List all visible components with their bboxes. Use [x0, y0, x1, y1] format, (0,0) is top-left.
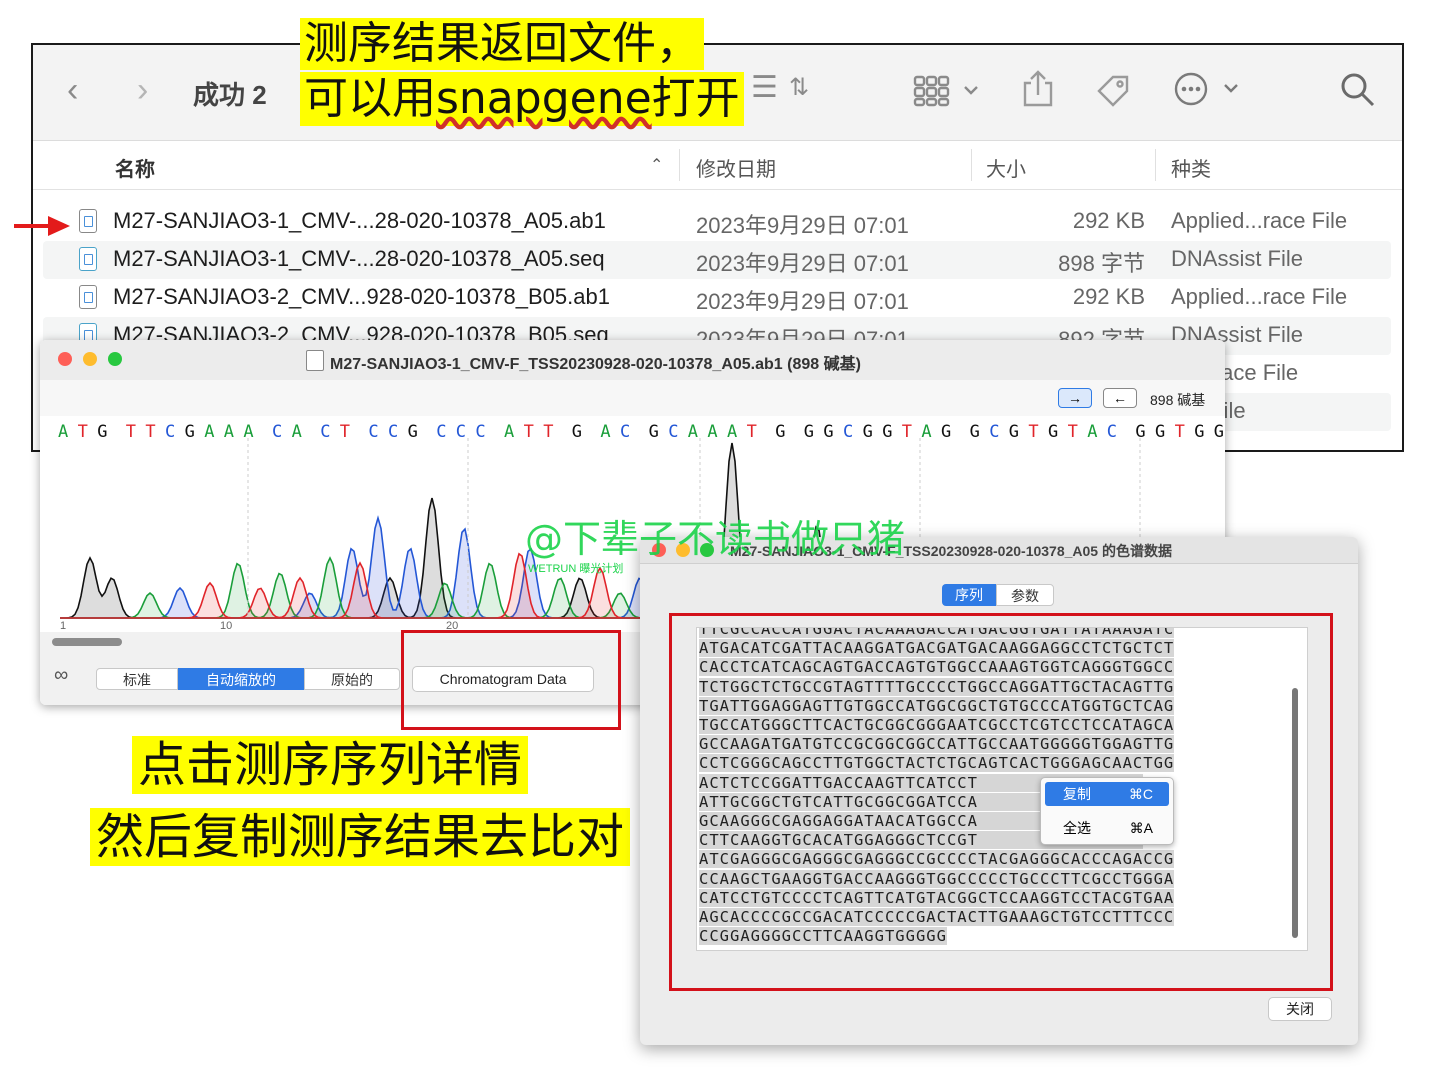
column-separator: [679, 149, 680, 181]
column-size[interactable]: 大小: [986, 153, 1026, 182]
position-tick: 10: [220, 620, 233, 632]
back-icon[interactable]: ‹: [67, 73, 78, 107]
file-name: M27-SANJIAO3-2_CMV...928-020-10378_B05.a…: [113, 284, 610, 309]
search-icon[interactable]: [1339, 71, 1377, 114]
highlight-box-chromatogram-button: [401, 630, 621, 730]
tab-parameters[interactable]: 参数: [996, 584, 1054, 606]
file-size: 898 字节: [1058, 251, 1145, 276]
column-separator: [1155, 149, 1156, 181]
red-arrow-icon: [12, 210, 72, 247]
watermark-sub: WETRUN 曝光计划: [528, 563, 624, 575]
view-mode-raw[interactable]: 原始的: [304, 668, 400, 690]
file-kind: Applied...race File: [1171, 284, 1348, 309]
ab1-file-icon: [79, 209, 97, 233]
annotation-mid-line1: 点击测序序列详情: [132, 736, 529, 794]
trace-window-title: M27-SANJIAO3-1_CMV-F_TSS20230928-020-103…: [330, 356, 861, 373]
file-kind: Applied...race File: [1171, 208, 1348, 233]
zoom-window-icon[interactable]: [108, 352, 122, 366]
finder-title: 成功 2: [193, 80, 267, 110]
file-kind: DNAssist File: [1171, 246, 1304, 271]
file-date: 2023年9月29日 07:01: [696, 251, 909, 276]
file-size: 292 KB: [1072, 284, 1145, 309]
file-row[interactable]: M27-SANJIAO3-1_CMV-...28-020-10378_A05.s…: [43, 241, 1391, 279]
file-name: M27-SANJIAO3-1_CMV-...28-020-10378_A05.a…: [113, 208, 606, 233]
close-window-icon[interactable]: [58, 352, 72, 366]
forward-strand-button[interactable]: →: [1058, 388, 1092, 408]
sort-chevron-icon[interactable]: ⇅: [789, 71, 809, 105]
file-date: 2023年9月29日 07:01: [696, 213, 909, 238]
more-actions-icon[interactable]: [1173, 71, 1243, 112]
column-kind[interactable]: 种类: [1171, 153, 1211, 182]
link-view-icon[interactable]: ∞: [54, 664, 68, 687]
position-tick: 1: [60, 620, 67, 632]
file-name: M27-SANJIAO3-1_CMV-...28-020-10378_A05.s…: [113, 246, 605, 271]
sort-ascending-icon[interactable]: ⌃: [650, 155, 663, 175]
tab-sequence[interactable]: 序列: [942, 584, 996, 606]
horizontal-scrollbar[interactable]: [52, 638, 122, 646]
reverse-strand-button[interactable]: ←: [1103, 388, 1137, 408]
trace-titlebar: M27-SANJIAO3-1_CMV-F_TSS20230928-020-103…: [40, 340, 1225, 381]
annotation-text: 打开: [651, 73, 740, 124]
bases-count: 898 碱基: [1150, 392, 1206, 408]
file-date: 2023年9月29日 07:01: [696, 289, 909, 314]
forward-icon[interactable]: ›: [137, 73, 148, 107]
document-icon: [306, 350, 324, 371]
watermark: @下辈子不读书做只猪: [525, 517, 906, 561]
column-separator: [971, 149, 972, 181]
view-mode-autoscale[interactable]: 自动缩放的: [178, 668, 304, 690]
annotation-top-line1: 测序结果返回文件，: [300, 18, 704, 70]
file-row[interactable]: M27-SANJIAO3-2_CMV...928-020-10378_B05.a…: [43, 279, 1391, 317]
file-row[interactable]: M27-SANJIAO3-1_CMV-...28-020-10378_A05.a…: [43, 203, 1391, 241]
column-name[interactable]: 名称: [115, 153, 155, 182]
view-mode-standard[interactable]: 标准: [96, 668, 178, 690]
tag-icon[interactable]: [1093, 71, 1133, 116]
column-date[interactable]: 修改日期: [696, 153, 776, 182]
highlight-box-sequence: [669, 613, 1333, 991]
seq-file-icon: [79, 247, 97, 271]
annotation-text: 可以用: [304, 73, 436, 124]
list-view-icon[interactable]: ☰: [751, 71, 778, 105]
ab1-file-icon: [79, 285, 97, 309]
minimize-window-icon[interactable]: [83, 352, 97, 366]
gallery-view-icon[interactable]: [913, 75, 983, 112]
trace-toolbar: → ← 898 碱基: [40, 380, 1225, 416]
file-size: 292 KB: [1072, 208, 1145, 233]
annotation-top-line2: 可以用snapgene打开: [300, 72, 744, 126]
share-icon[interactable]: [1021, 69, 1055, 114]
annotation-mid-line2: 然后复制测序结果去比对: [90, 808, 631, 866]
close-button[interactable]: 关闭: [1268, 997, 1332, 1021]
column-header: 名称 ⌃ 修改日期 大小 种类: [33, 141, 1402, 190]
annotation-app-name: snapgene: [436, 73, 652, 124]
